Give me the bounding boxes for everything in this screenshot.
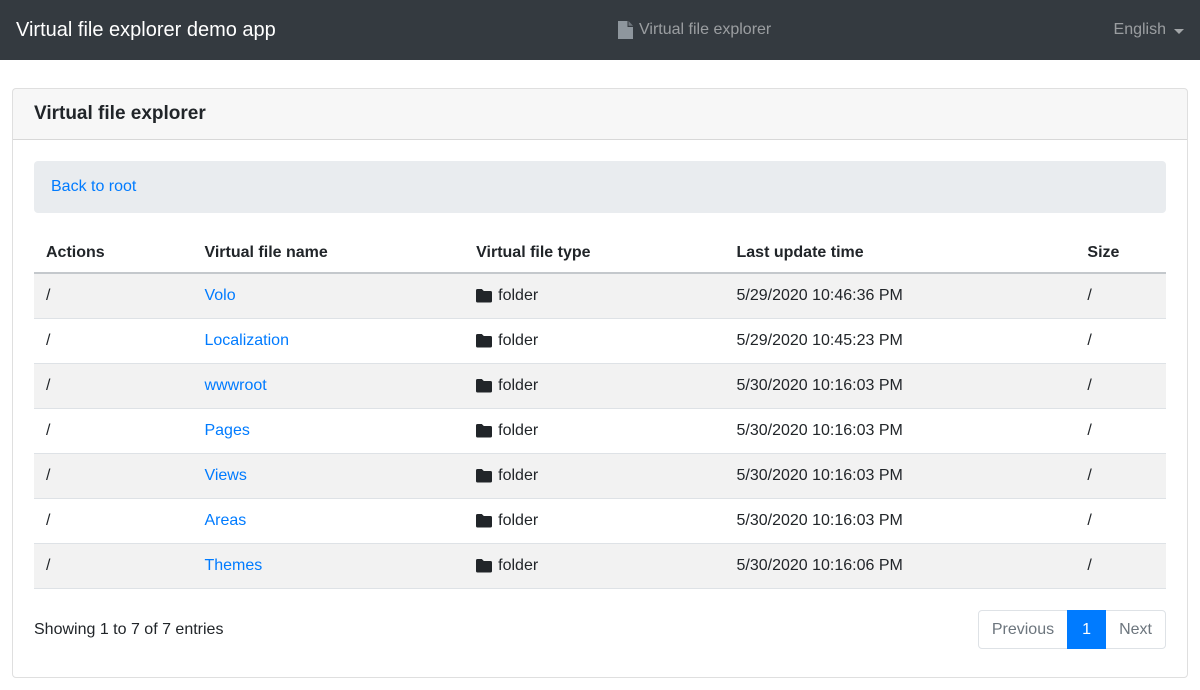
header-actions: Actions xyxy=(34,234,192,273)
cell-file-type: folder xyxy=(464,364,724,409)
file-link[interactable]: Volo xyxy=(204,287,235,304)
file-link[interactable]: Pages xyxy=(204,422,249,439)
cell-size: / xyxy=(1075,364,1166,409)
header-update-time: Last update time xyxy=(725,234,1076,273)
file-type-label: folder xyxy=(498,555,538,577)
language-label: English xyxy=(1114,21,1166,39)
entries-info: Showing 1 to 7 of 7 entries xyxy=(34,621,223,639)
language-dropdown[interactable]: English xyxy=(1114,21,1184,39)
file-type-label: folder xyxy=(498,285,538,307)
cell-update-time: 5/29/2020 10:46:36 PM xyxy=(725,273,1076,319)
file-type-label: folder xyxy=(498,375,538,397)
table-row: /wwwrootfolder5/30/2020 10:16:03 PM/ xyxy=(34,364,1166,409)
cell-size: / xyxy=(1075,319,1166,364)
file-link[interactable]: Areas xyxy=(204,512,246,529)
pagination: Previous 1 Next xyxy=(978,610,1166,649)
file-explorer-card: Virtual file explorer Back to root Actio… xyxy=(12,88,1188,678)
file-icon xyxy=(618,21,633,39)
pagination-next[interactable]: Next xyxy=(1105,610,1166,649)
cell-size: / xyxy=(1075,544,1166,589)
navbar-center: Virtual file explorer xyxy=(276,21,1114,39)
table-row: /Viewsfolder5/30/2020 10:16:03 PM/ xyxy=(34,454,1166,499)
cell-file-type: folder xyxy=(464,499,724,544)
header-file-type: Virtual file type xyxy=(464,234,724,273)
header-file-name: Virtual file name xyxy=(192,234,464,273)
cell-file-name: Themes xyxy=(192,544,464,589)
table-footer: Showing 1 to 7 of 7 entries Previous 1 N… xyxy=(34,610,1166,649)
file-type-label: folder xyxy=(498,420,538,442)
pagination-previous[interactable]: Previous xyxy=(978,610,1068,649)
folder-icon xyxy=(476,424,492,438)
cell-actions: / xyxy=(34,409,192,454)
cell-size: / xyxy=(1075,273,1166,319)
table-row: / Localization folder 5/29/2020 10:45:23 PM… xyxy=(34,319,1166,364)
cell-file-name: Views xyxy=(192,454,464,499)
breadcrumb: Back to root xyxy=(34,161,1166,213)
cell-file-type: folder xyxy=(464,454,724,499)
cell-size: / xyxy=(1075,499,1166,544)
cell-file-name: wwwroot xyxy=(192,364,464,409)
cell-actions: / xyxy=(34,499,192,544)
cell-file-name: Volo xyxy=(192,273,464,319)
file-link[interactable]: wwwroot xyxy=(204,377,266,394)
cell-file-type: folder xyxy=(464,409,724,454)
cell-update-time: 5/29/2020 10:45:23 PM xyxy=(725,319,1076,364)
cell-file-name: Areas xyxy=(192,499,464,544)
cell-actions: / xyxy=(34,544,192,589)
navbar-brand[interactable]: Virtual file explorer demo app xyxy=(16,19,276,42)
cell-file-type: folder xyxy=(464,273,724,319)
back-to-root-link[interactable]: Back to root xyxy=(51,178,136,195)
file-type-label: folder xyxy=(498,510,538,532)
pagination-page-1[interactable]: 1 xyxy=(1067,610,1106,649)
folder-icon xyxy=(476,334,492,348)
cell-size: / xyxy=(1075,454,1166,499)
card-title: Virtual file explorer xyxy=(13,89,1187,140)
file-link[interactable]: Themes xyxy=(204,557,262,574)
cell-file-type: folder xyxy=(464,319,724,364)
file-link[interactable]: Views xyxy=(204,467,246,484)
file-type-label: folder xyxy=(498,465,538,487)
cell-update-time: 5/30/2020 10:16:03 PM xyxy=(725,409,1076,454)
nav-item-label: Virtual file explorer xyxy=(639,21,771,39)
cell-file-type: folder xyxy=(464,544,724,589)
cell-actions: / xyxy=(34,364,192,409)
table-row: /Volofolder5/29/2020 10:46:36 PM/ xyxy=(34,273,1166,319)
folder-icon xyxy=(476,559,492,573)
header-size: Size xyxy=(1075,234,1166,273)
table-header-row: Actions Virtual file name Virtual file t… xyxy=(34,234,1166,273)
folder-icon xyxy=(476,514,492,528)
file-table: Actions Virtual file name Virtual file t… xyxy=(34,234,1166,589)
file-link[interactable]: Localization xyxy=(204,332,289,349)
card-body: Back to root Actions Virtual file name V… xyxy=(13,140,1187,677)
cell-update-time: 5/30/2020 10:16:06 PM xyxy=(725,544,1076,589)
cell-file-name: Localization xyxy=(192,319,464,364)
cell-actions: / xyxy=(34,273,192,319)
cell-actions: / xyxy=(34,454,192,499)
nav-item-virtual-file-explorer[interactable]: Virtual file explorer xyxy=(618,21,771,39)
cell-actions: / xyxy=(34,319,192,364)
caret-down-icon xyxy=(1174,29,1184,34)
folder-icon xyxy=(476,379,492,393)
cell-update-time: 5/30/2020 10:16:03 PM xyxy=(725,454,1076,499)
navbar: Virtual file explorer demo app Virtual f… xyxy=(0,0,1200,60)
table-row: /Themesfolder5/30/2020 10:16:06 PM/ xyxy=(34,544,1166,589)
table-row: /Pagesfolder5/30/2020 10:16:03 PM/ xyxy=(34,409,1166,454)
table-row: /Areasfolder5/30/2020 10:16:03 PM/ xyxy=(34,499,1166,544)
cell-file-name: Pages xyxy=(192,409,464,454)
file-type-label: folder xyxy=(498,330,538,352)
cell-update-time: 5/30/2020 10:16:03 PM xyxy=(725,499,1076,544)
cell-size: / xyxy=(1075,409,1166,454)
folder-icon xyxy=(476,469,492,483)
cell-update-time: 5/30/2020 10:16:03 PM xyxy=(725,364,1076,409)
folder-icon xyxy=(476,289,492,303)
